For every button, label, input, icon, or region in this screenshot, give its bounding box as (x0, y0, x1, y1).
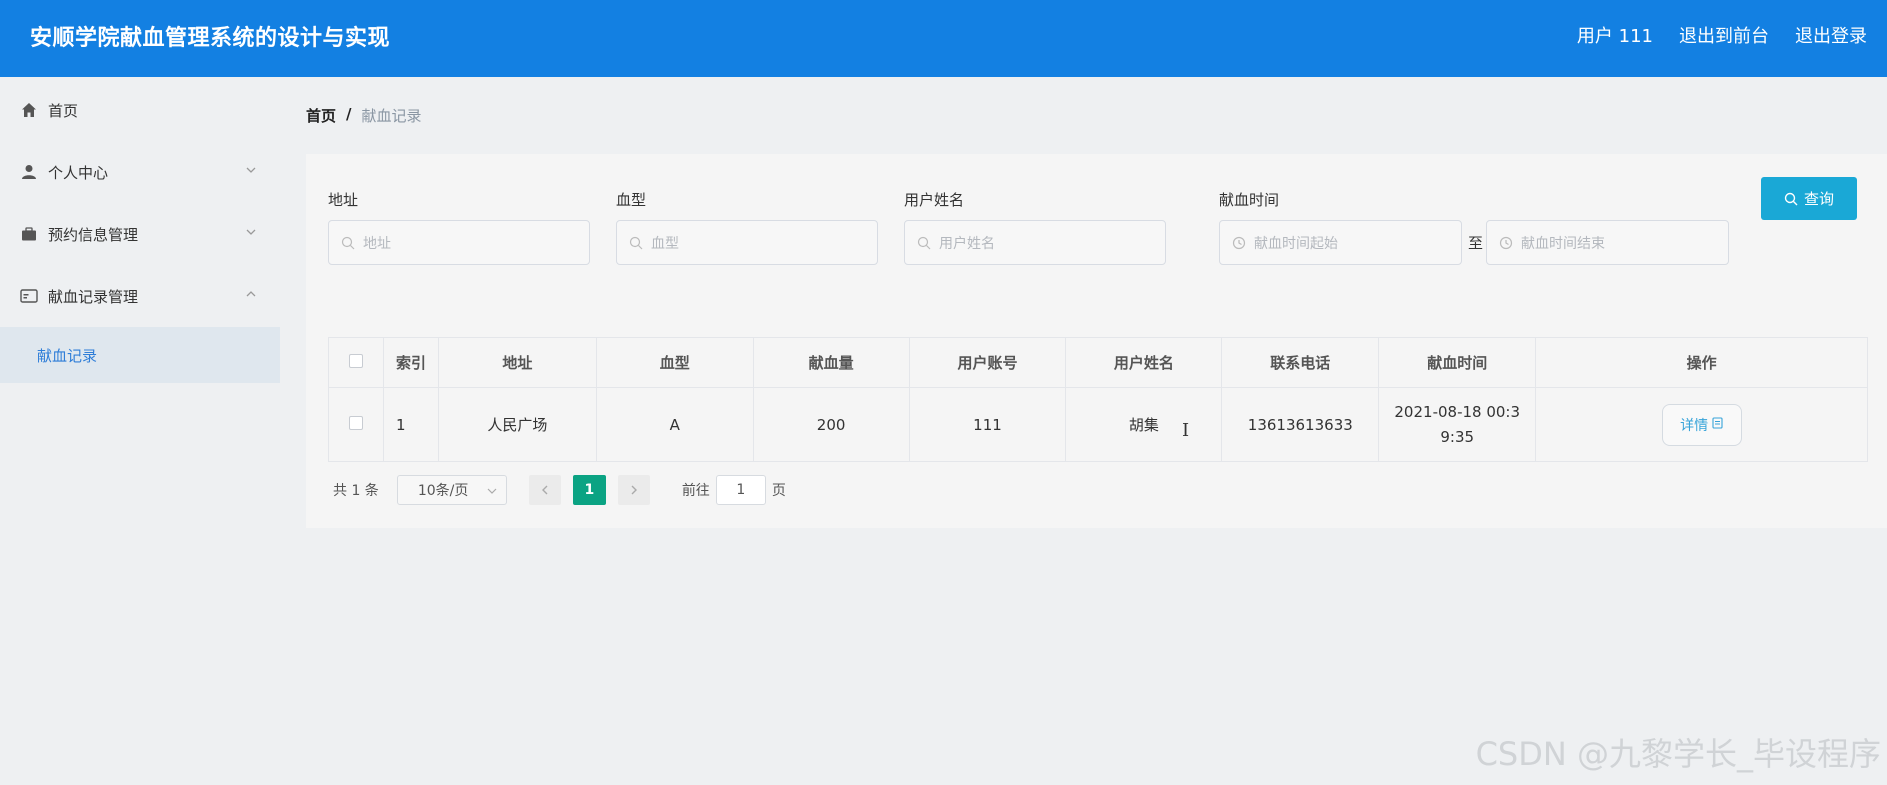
chevron-up-icon (246, 291, 256, 297)
page-suffix: 页 (771, 483, 786, 499)
text-cursor-icon: I (1182, 420, 1190, 441)
cell-blood-type: A (595, 387, 754, 462)
breadcrumb-current: 献血记录 (361, 107, 422, 125)
chevron-left-icon (541, 485, 548, 495)
pagination-total: 共 1 条 (333, 483, 379, 499)
breadcrumb-home[interactable]: 首页 (306, 105, 336, 126)
column-header: 用户账号 (908, 337, 1067, 388)
prev-page-button[interactable] (528, 475, 561, 505)
donate-time-label: 献血时间 (1219, 191, 1280, 209)
table-header-row: 索引 地址 血型 献血量 用户账号 用户姓名 联系电话 献血时间 操作 (328, 337, 1868, 388)
chevron-down-icon (246, 167, 256, 173)
app-title: 安顺学院献血管理系统的设计与实现 (30, 26, 391, 51)
sidebar-item-label: 首页 (48, 101, 79, 120)
search-icon (917, 236, 931, 249)
donate-time-start-input[interactable]: 献血时间起始 (1219, 220, 1462, 265)
page-size-value: 10条/页 (417, 483, 469, 499)
chevron-right-icon (631, 485, 637, 495)
username-input[interactable]: 用户姓名 (904, 220, 1166, 265)
breadcrumb-separator: / (346, 105, 352, 123)
column-header: 献血量 (752, 337, 910, 388)
sidebar-subitem-donation-records[interactable]: 献血记录 (0, 327, 280, 383)
sidebar: 首页 个人中心 预约信息管理 献血记录管理 献血记录 (0, 77, 280, 785)
cell-address: 人民广场 (437, 387, 597, 462)
sidebar-item-home[interactable]: 首页 (0, 79, 280, 141)
top-nav: 用户 111 退出到前台 退出登录 (1577, 22, 1867, 48)
column-header: 用户姓名 (1065, 337, 1223, 388)
goto-page-input[interactable]: 1 (715, 475, 766, 505)
cell-index: 1 (382, 387, 439, 462)
user-menu[interactable]: 用户 111 (1577, 22, 1653, 48)
user-icon (20, 163, 38, 181)
records-table: 索引 地址 血型 献血量 用户账号 用户姓名 联系电话 献血时间 操作 1 人民… (328, 337, 1868, 462)
blood-type-placeholder: 血型 (651, 235, 679, 252)
briefcase-icon (20, 225, 38, 243)
sidebar-item-label: 献血记录管理 (48, 287, 139, 306)
column-header: 索引 (382, 337, 439, 388)
sidebar-item-label: 预约信息管理 (48, 225, 139, 244)
home-icon (20, 101, 38, 119)
search-button[interactable]: 查询 (1761, 177, 1857, 220)
goto-label: 前往 (681, 483, 710, 499)
cell-time-line1: 2021-08-18 00:3 (1394, 402, 1521, 421)
cell-time-line2: 9:35 (1440, 427, 1475, 446)
username-placeholder: 用户姓名 (939, 235, 995, 252)
top-bar: 安顺学院献血管理系统的设计与实现 用户 111 退出到前台 退出登录 (0, 0, 1887, 77)
logout-link[interactable]: 退出登录 (1795, 22, 1867, 48)
document-icon (1712, 416, 1723, 433)
breadcrumb: 首页 / 献血记录 (306, 105, 422, 126)
detail-button-label: 详情 (1680, 417, 1709, 434)
chevron-down-icon (487, 488, 497, 494)
cell-phone: 13613613633 (1221, 387, 1380, 462)
cell-amount: 200 (752, 387, 910, 462)
select-all-cell (328, 337, 384, 388)
blood-type-input[interactable]: 血型 (616, 220, 878, 265)
column-header: 血型 (595, 337, 754, 388)
detail-button[interactable]: 详情 (1661, 403, 1742, 446)
page-number-button[interactable]: 1 (572, 475, 606, 505)
column-header: 联系电话 (1221, 337, 1380, 388)
pagination: 共 1 条 10条/页 1 前往 1 页 (333, 475, 786, 505)
row-checkbox[interactable] (348, 415, 363, 430)
cell-time: 2021-08-18 00:3 9:35 (1378, 387, 1537, 462)
clock-icon (1499, 236, 1513, 249)
address-label: 地址 (328, 191, 359, 209)
chevron-down-icon (246, 229, 256, 235)
select-all-checkbox[interactable] (348, 353, 363, 368)
column-header: 操作 (1535, 337, 1868, 388)
range-separator: 至 (1468, 234, 1484, 252)
main-panel: 地址 地址 血型 血型 用户姓名 用户姓名 献血时间 献血时间起始 至 献血时间… (306, 154, 1887, 528)
search-icon (341, 236, 355, 249)
table-row: 1 人民广场 A 200 111 胡集 13613613633 2021-08-… (328, 387, 1868, 462)
cell-actions: 详情 (1535, 387, 1868, 462)
row-select-cell (328, 387, 384, 462)
page-size-select[interactable]: 10条/页 (396, 475, 507, 505)
donate-time-end-placeholder: 献血时间结束 (1521, 235, 1605, 252)
address-placeholder: 地址 (363, 235, 391, 252)
watermark: CSDN @九黎学长_毕设程序 (1475, 735, 1881, 773)
sidebar-item-label: 个人中心 (48, 163, 109, 182)
next-page-button[interactable] (617, 475, 650, 505)
exit-to-front-link[interactable]: 退出到前台 (1679, 22, 1769, 48)
column-header: 地址 (437, 337, 597, 388)
blood-type-label: 血型 (616, 191, 647, 209)
username-label: 用户姓名 (904, 191, 965, 209)
sidebar-item-donation-records-mgmt[interactable]: 献血记录管理 (0, 265, 280, 327)
search-button-label: 查询 (1803, 190, 1834, 208)
address-input[interactable]: 地址 (328, 220, 590, 265)
column-header: 献血时间 (1378, 337, 1537, 388)
cell-account: 111 (908, 387, 1067, 462)
donate-time-start-placeholder: 献血时间起始 (1254, 235, 1338, 252)
sidebar-item-appointment[interactable]: 预约信息管理 (0, 203, 280, 265)
donate-time-end-input[interactable]: 献血时间结束 (1486, 220, 1729, 265)
id-card-icon (20, 287, 38, 305)
search-icon (629, 236, 643, 249)
search-icon (1784, 192, 1798, 205)
cell-name: 胡集 (1065, 387, 1223, 462)
clock-icon (1232, 236, 1246, 249)
sidebar-item-personal-center[interactable]: 个人中心 (0, 141, 280, 203)
